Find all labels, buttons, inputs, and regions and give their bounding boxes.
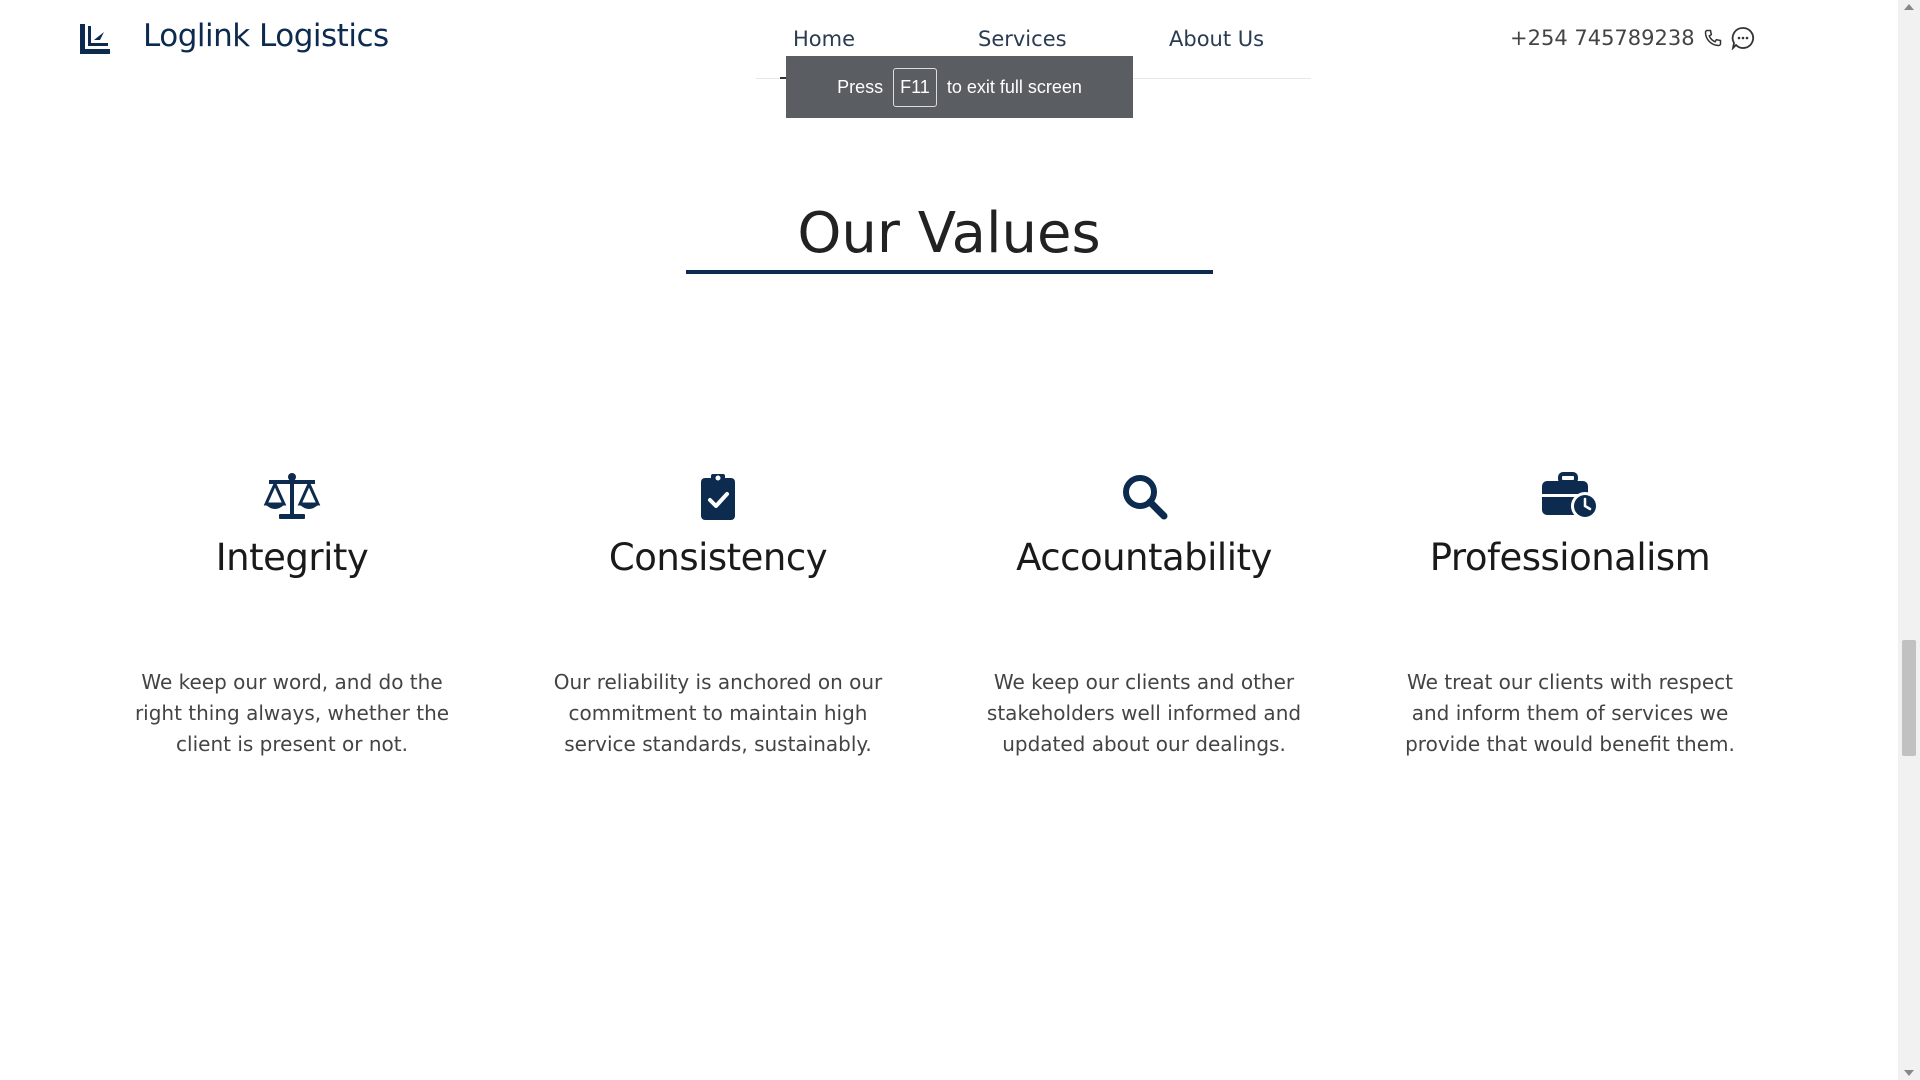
- value-card-accountability: Accountability We keep our clients and o…: [944, 470, 1344, 760]
- title-underline: [686, 270, 1213, 274]
- value-card-consistency: Consistency Our reliability is anchored …: [518, 470, 918, 760]
- value-title: Consistency: [608, 536, 828, 579]
- scales-icon: [92, 470, 492, 522]
- clipboard-check-icon: [518, 470, 918, 522]
- value-description: We keep our clients and other stakeholde…: [986, 670, 1302, 756]
- vertical-scrollbar[interactable]: [1898, 0, 1920, 1080]
- nav-services[interactable]: Services: [978, 27, 1067, 51]
- logo[interactable]: [78, 22, 112, 56]
- notice-suffix: to exit full screen: [946, 76, 1082, 97]
- brand-name[interactable]: Loglink Logistics: [143, 18, 389, 54]
- value-description: We keep our word, and do the right thing…: [134, 670, 450, 756]
- value-card-professionalism: Professionalism We treat our clients wit…: [1370, 470, 1770, 760]
- value-title: Accountability: [1016, 536, 1272, 579]
- contact-info: +254 745789238: [1510, 26, 1755, 50]
- nav-home[interactable]: Home: [793, 27, 855, 51]
- scrollbar-thumb[interactable]: [1902, 640, 1916, 756]
- search-icon: [944, 470, 1344, 522]
- phone-number[interactable]: +254 745789238: [1510, 26, 1695, 50]
- value-description: We treat our clients with respect and in…: [1405, 670, 1735, 756]
- logo-icon: [80, 24, 110, 54]
- value-title: Integrity: [215, 536, 369, 579]
- notice-key: F11: [893, 67, 937, 107]
- chat-icon[interactable]: [1731, 26, 1755, 50]
- scroll-down-arrow-icon[interactable]: [1904, 1070, 1914, 1076]
- notice-prefix: Press: [837, 76, 884, 97]
- value-card-integrity: Integrity We keep our word, and do the r…: [92, 470, 492, 760]
- fullscreen-notice: Press F11 to exit full screen: [786, 56, 1133, 118]
- value-title: Professionalism: [1429, 536, 1711, 579]
- section-title: Our Values: [797, 201, 1101, 267]
- scroll-up-arrow-icon[interactable]: [1904, 4, 1914, 10]
- nav-about-us[interactable]: About Us: [1169, 27, 1264, 51]
- value-description: Our reliability is anchored on our commi…: [553, 670, 883, 756]
- phone-icon[interactable]: [1701, 26, 1725, 50]
- briefcase-clock-icon: [1370, 470, 1770, 522]
